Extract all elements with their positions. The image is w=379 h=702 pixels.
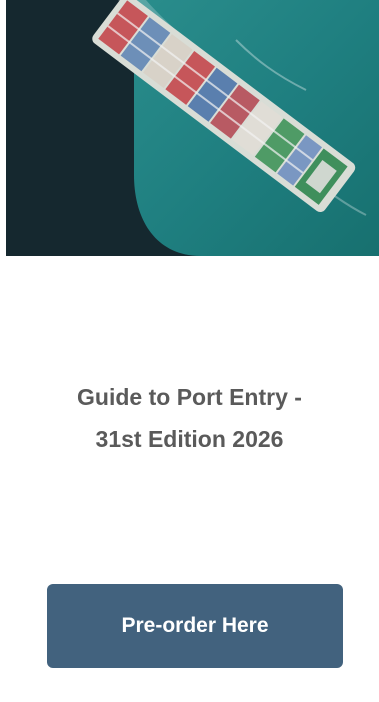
guide-title-line-2: 31st Edition 2026 xyxy=(95,426,284,452)
container-ship-aerial-image xyxy=(6,0,379,256)
guide-title: Guide to Port Entry - 31st Edition 2026 xyxy=(0,376,379,460)
hero-image xyxy=(6,0,379,256)
page: Guide to Port Entry - 31st Edition 2026 … xyxy=(0,0,379,702)
pre-order-button[interactable]: Pre-order Here xyxy=(47,584,343,668)
guide-title-line-1: Guide to Port Entry - xyxy=(77,384,302,410)
